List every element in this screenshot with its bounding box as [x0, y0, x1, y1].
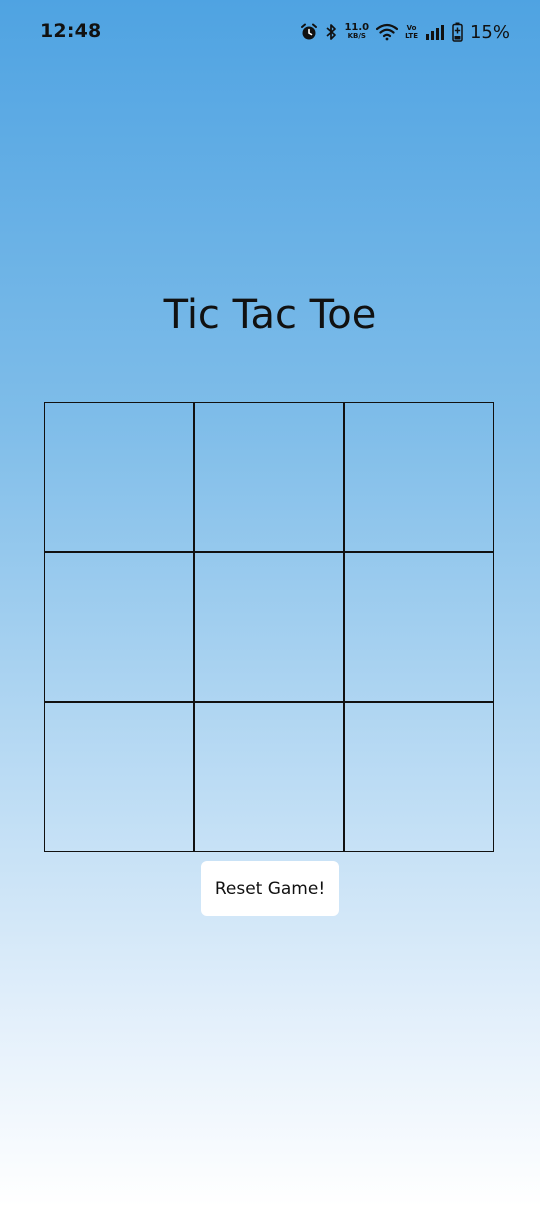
bluetooth-icon: [325, 23, 337, 41]
battery-charging-icon: [452, 22, 463, 42]
battery-percent: 15%: [469, 21, 510, 43]
volte-indicator: Vo LTE: [405, 24, 418, 40]
net-speed-unit: KB/S: [347, 32, 366, 40]
board-cell-9[interactable]: [344, 702, 494, 852]
status-icons: 11.0 KB/S Vo LTE 15%: [300, 18, 510, 46]
volte-top: Vo: [406, 24, 417, 32]
status-time: 12:48: [40, 20, 102, 42]
board-cell-5[interactable]: [194, 552, 344, 702]
board-cell-3[interactable]: [344, 402, 494, 552]
reset-game-button[interactable]: Reset Game!: [201, 861, 339, 916]
net-speed: 11.0 KB/S: [344, 23, 369, 41]
board-cell-8[interactable]: [194, 702, 344, 852]
status-bar: 12:48 11.0 KB/S Vo LTE 15%: [0, 0, 540, 64]
alarm-icon: [300, 23, 318, 41]
game-board: [44, 402, 494, 852]
game-title: Tic Tac Toe: [163, 292, 377, 338]
net-speed-value: 11.0: [344, 22, 370, 33]
signal-icon: [425, 24, 445, 40]
board-cell-7[interactable]: [44, 702, 194, 852]
wifi-icon: [376, 23, 399, 41]
board-cell-1[interactable]: [44, 402, 194, 552]
board-cell-4[interactable]: [44, 552, 194, 702]
board-cell-6[interactable]: [344, 552, 494, 702]
board-cell-2[interactable]: [194, 402, 344, 552]
volte-bottom: LTE: [405, 32, 418, 40]
